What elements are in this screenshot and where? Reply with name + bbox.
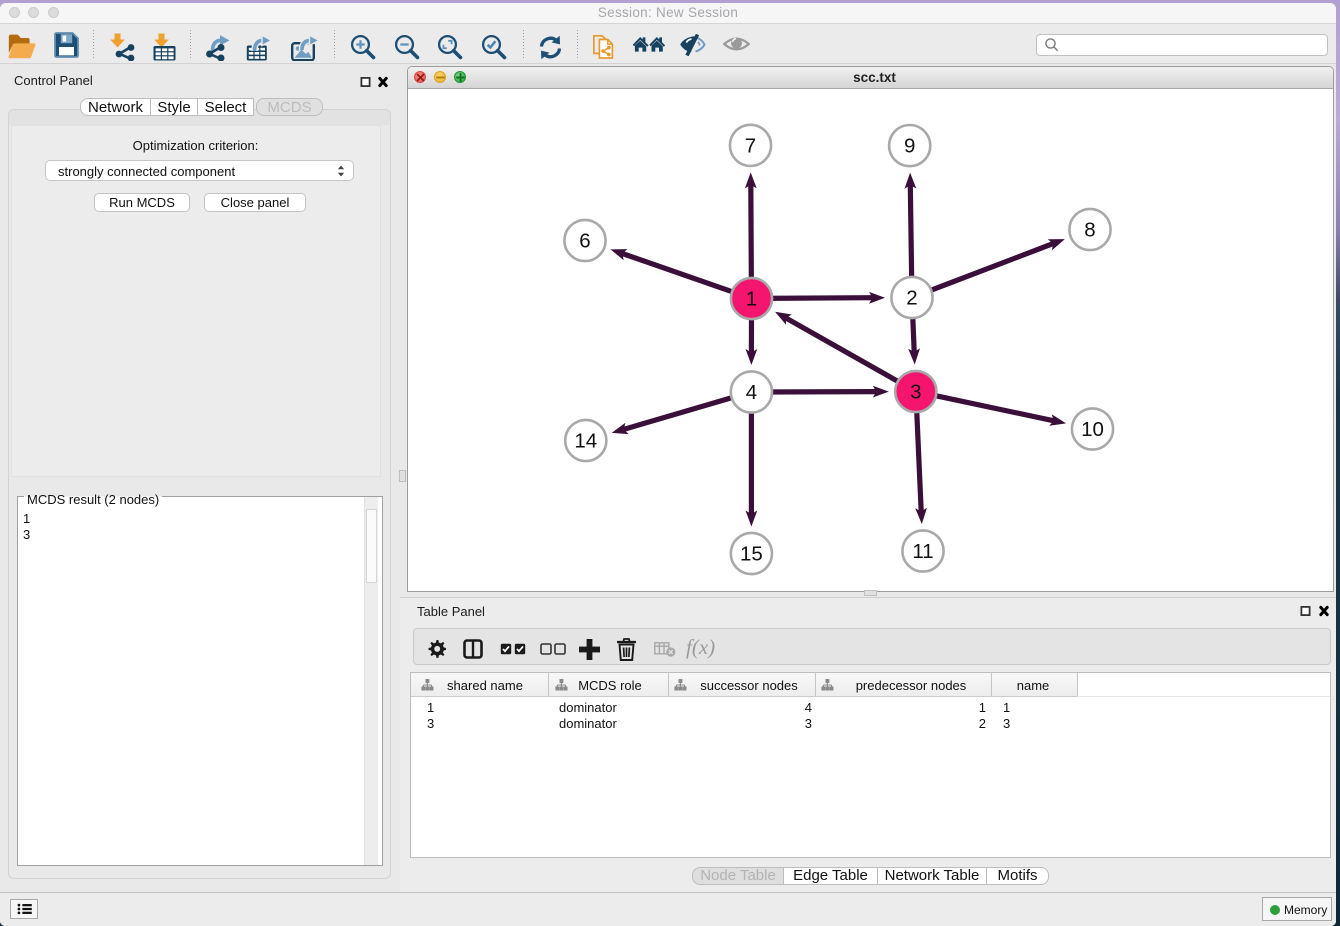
- svg-text:8: 8: [1084, 219, 1095, 242]
- svg-text:3: 3: [910, 381, 921, 404]
- svg-text:4: 4: [746, 381, 757, 404]
- svg-text:1: 1: [746, 288, 757, 311]
- svg-text:10: 10: [1081, 418, 1104, 441]
- svg-text:predecessor nodes: predecessor nodes: [856, 678, 967, 693]
- svg-text:11: 11: [912, 540, 933, 563]
- svg-text:MCDS role: MCDS role: [578, 678, 642, 693]
- svg-text:14: 14: [574, 430, 597, 453]
- svg-text:shared name: shared name: [447, 678, 523, 693]
- svg-text:successor nodes: successor nodes: [700, 678, 798, 693]
- svg-text:name: name: [1017, 678, 1050, 693]
- svg-text:7: 7: [745, 134, 756, 157]
- svg-text:6: 6: [579, 230, 590, 253]
- svg-text:9: 9: [904, 135, 915, 158]
- svg-text:2: 2: [906, 287, 917, 310]
- svg-text:15: 15: [740, 543, 763, 566]
